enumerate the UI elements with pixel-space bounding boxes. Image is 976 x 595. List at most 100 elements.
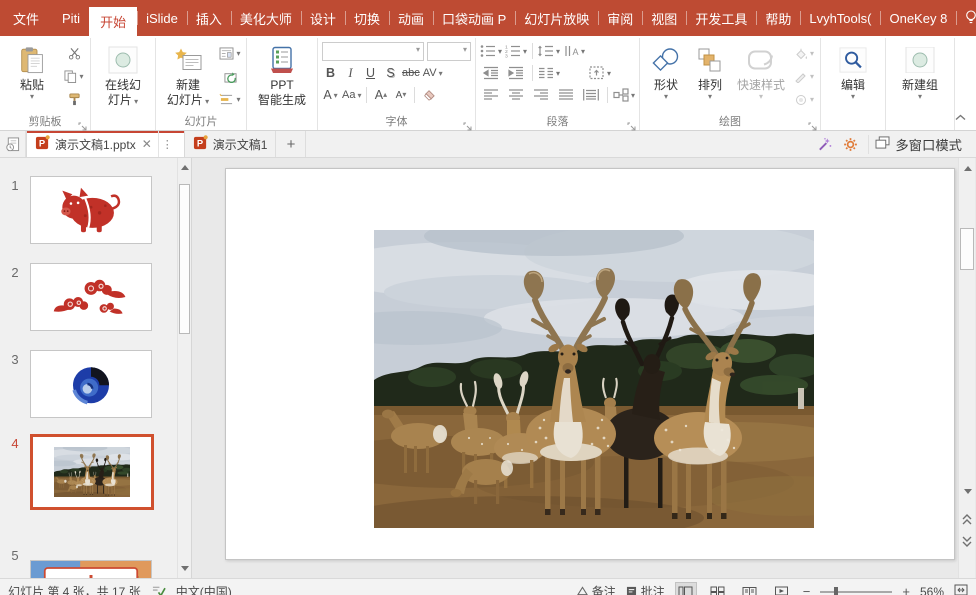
slide-5-preview[interactable] <box>30 560 152 578</box>
collapse-ribbon-button[interactable] <box>955 109 966 124</box>
menu-tab-insert[interactable]: 插入 <box>187 0 231 36</box>
view-reading-button[interactable] <box>739 582 761 595</box>
arrange-button[interactable]: 排列 ▾ <box>688 40 732 101</box>
paste-button[interactable]: 粘贴 ▾ <box>4 40 60 101</box>
menu-tab-piti[interactable]: Piti <box>53 0 89 36</box>
recent-documents-icon[interactable] <box>0 131 26 157</box>
edit-button[interactable]: 编辑 ▾ <box>825 40 881 101</box>
font-color-button[interactable]: A <box>322 86 339 104</box>
font-name-select[interactable] <box>322 42 424 61</box>
justify-button[interactable] <box>555 86 577 105</box>
slide-thumbnail-2[interactable]: 2 <box>0 263 152 331</box>
fit-to-window-icon[interactable] <box>954 584 968 595</box>
font-size-select[interactable] <box>427 42 471 61</box>
slide-layout-button[interactable] <box>218 43 242 64</box>
view-normal-button[interactable] <box>675 582 697 595</box>
slide-1-preview[interactable] <box>30 176 152 244</box>
decrease-indent-button[interactable] <box>480 64 502 83</box>
slide-editing-area[interactable] <box>225 168 955 560</box>
tell-me-button[interactable]: 告诉我 <box>956 0 976 36</box>
underline-button[interactable]: U <box>362 64 379 82</box>
shapes-button[interactable]: 形状 ▾ <box>644 40 688 101</box>
slide-thumbnail-1[interactable]: 1 <box>0 176 152 244</box>
slide-thumbnail-4-selected[interactable]: 4 <box>0 434 154 510</box>
view-slideshow-button[interactable] <box>771 582 793 595</box>
menu-tab-view[interactable]: 视图 <box>642 0 686 36</box>
magic-wand-icon[interactable] <box>812 133 836 155</box>
align-right-button[interactable] <box>530 86 552 105</box>
slide-2-preview[interactable] <box>30 263 152 331</box>
menu-tab-file[interactable]: 文件 <box>0 0 53 36</box>
slide-3-preview[interactable] <box>30 350 152 418</box>
menu-tab-animations[interactable]: 动画 <box>389 0 433 36</box>
document-tab-inactive[interactable]: P 演示文稿1 <box>185 131 277 157</box>
zoom-slider-thumb[interactable] <box>834 587 838 595</box>
view-slide-sorter-button[interactable] <box>707 582 729 595</box>
shape-effects-button[interactable] <box>792 89 816 110</box>
character-spacing-button[interactable]: AV <box>423 64 443 82</box>
italic-button[interactable]: I <box>342 64 359 82</box>
slide-4-preview-selected[interactable] <box>30 434 154 510</box>
text-direction-button[interactable]: A <box>563 42 585 61</box>
font-dialog-launcher[interactable] <box>463 118 473 128</box>
next-slide-button[interactable] <box>959 532 975 550</box>
document-tab-active[interactable]: P 演示文稿1.pptx ✕ ⋮ <box>26 131 185 157</box>
menu-tab-developer[interactable]: 开发工具 <box>686 0 756 36</box>
align-left-button[interactable] <box>480 86 502 105</box>
columns-button[interactable] <box>538 64 560 83</box>
canvas-scrollbar-thumb[interactable] <box>960 228 974 270</box>
menu-tab-islide[interactable]: iSlide <box>137 0 187 36</box>
menu-tab-pocket-animation[interactable]: 口袋动画 P <box>433 0 515 36</box>
section-button[interactable] <box>218 89 242 110</box>
slide-thumbnail-3[interactable]: 3 <box>0 350 152 418</box>
grow-font-button[interactable]: A▴ <box>372 86 389 104</box>
new-document-tab-icon[interactable]: + <box>276 131 306 157</box>
zoom-in-button[interactable]: + <box>902 584 910 595</box>
line-spacing-button[interactable] <box>538 42 560 61</box>
copy-button[interactable] <box>62 66 86 87</box>
shape-outline-button[interactable] <box>792 66 816 87</box>
menu-tab-lvyhtools[interactable]: LvyhTools( <box>800 0 880 36</box>
numbering-button[interactable]: 123 <box>505 42 527 61</box>
thumb-scrollbar-thumb[interactable] <box>179 184 190 334</box>
zoom-slider[interactable] <box>820 591 892 593</box>
thumbnail-scrollbar[interactable] <box>177 158 191 578</box>
menu-tab-slideshow[interactable]: 幻灯片放映 <box>515 0 598 36</box>
format-painter-button[interactable] <box>62 89 86 110</box>
menu-tab-review[interactable]: 审阅 <box>598 0 642 36</box>
zoom-out-button[interactable]: − <box>803 584 811 595</box>
shrink-font-button[interactable]: A▾ <box>392 86 409 104</box>
clear-formatting-button[interactable] <box>420 86 437 104</box>
close-tab-icon[interactable]: ✕ <box>141 137 153 151</box>
slide-thumbnail-5[interactable]: 5 <box>0 546 152 578</box>
menu-tab-help[interactable]: 帮助 <box>756 0 800 36</box>
bold-button[interactable]: B <box>322 64 339 82</box>
clipboard-dialog-launcher[interactable] <box>78 118 88 128</box>
new-slide-button[interactable]: 新建 幻灯片 ▾ <box>160 40 216 108</box>
reset-slide-button[interactable] <box>218 66 242 87</box>
previous-slide-button[interactable] <box>959 510 975 528</box>
comments-button[interactable]: 批注 <box>626 583 665 595</box>
bullets-button[interactable] <box>480 42 502 61</box>
menu-tab-transitions[interactable]: 切换 <box>345 0 389 36</box>
canvas-vertical-scrollbar[interactable] <box>958 158 975 578</box>
change-case-button[interactable]: Aa <box>342 86 361 104</box>
settings-gear-icon[interactable] <box>838 133 862 155</box>
notes-button[interactable]: 备注 <box>577 583 616 595</box>
distribute-button[interactable] <box>580 86 602 105</box>
menu-tab-meihuadashi[interactable]: 美化大师 <box>231 0 301 36</box>
paragraph-dialog-launcher[interactable] <box>627 118 637 128</box>
align-center-button[interactable] <box>505 86 527 105</box>
tab-more-icon[interactable]: ⋮ <box>158 131 176 157</box>
canvas-scroll-up-arrow[interactable] <box>961 161 974 176</box>
canvas-scroll-down-arrow[interactable] <box>961 484 974 499</box>
ppt-ai-generate-button[interactable]: PPT 智能生成 <box>251 40 313 108</box>
convert-smartart-button[interactable] <box>613 86 635 105</box>
cut-button[interactable] <box>62 43 86 64</box>
menu-tab-onekey[interactable]: OneKey 8 <box>880 0 956 36</box>
quick-styles-button[interactable]: 快速样式 ▾ <box>732 40 790 101</box>
strikethrough-button[interactable]: abc <box>402 64 420 82</box>
slide-canvas[interactable] <box>192 158 976 578</box>
language-indicator[interactable]: 中文(中国) <box>176 583 232 595</box>
align-text-button[interactable] <box>589 64 611 83</box>
